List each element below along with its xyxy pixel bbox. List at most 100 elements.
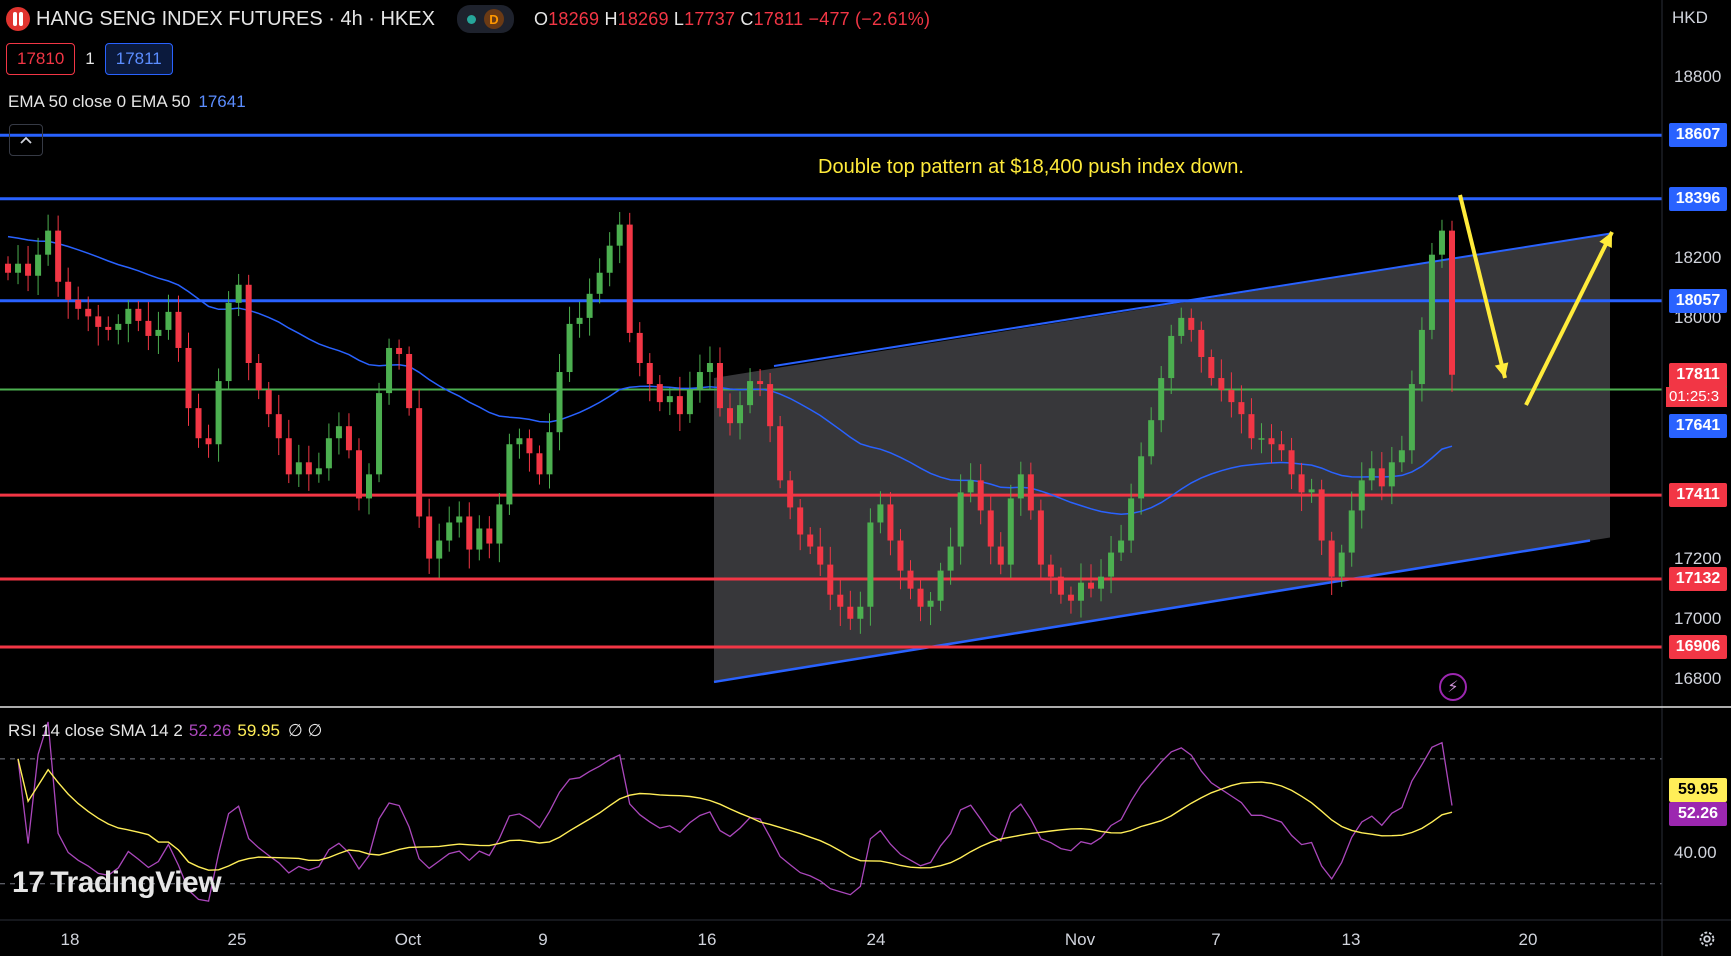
candle-body <box>767 384 774 427</box>
rsi-value-badge[interactable]: 52.26 <box>1669 802 1727 827</box>
currency-label[interactable]: HKD <box>1672 8 1708 28</box>
status-pill[interactable]: D <box>456 5 514 33</box>
candle-body <box>1057 576 1064 595</box>
change-value: −477 (−2.61%) <box>808 8 931 29</box>
candle-body <box>897 540 904 571</box>
candle-body <box>987 510 994 547</box>
candle-body <box>1037 510 1044 565</box>
candle-body <box>255 363 262 391</box>
candle-body <box>1228 390 1235 403</box>
time-tick-label: 9 <box>538 930 548 949</box>
candle-body <box>1428 254 1435 330</box>
chart-annotation[interactable]: Double top pattern at $18,400 push index… <box>818 156 1244 179</box>
last-price-badge[interactable]: 17811 <box>1669 362 1727 387</box>
chart-canvas[interactable] <box>0 0 1731 956</box>
candle-body <box>546 432 553 475</box>
candle-body <box>155 329 162 336</box>
time-tick-label: 13 <box>1341 930 1361 949</box>
candle-body <box>265 390 272 415</box>
candle-body <box>1268 438 1275 445</box>
candle-body <box>1118 540 1125 553</box>
rsi-sma-badge[interactable]: 59.95 <box>1669 778 1727 803</box>
candle-body <box>5 263 11 273</box>
hsi-logo-icon <box>6 7 30 31</box>
time-tick-label: 25 <box>227 930 247 949</box>
candle-body <box>596 272 603 294</box>
ema-legend[interactable]: EMA 50 close 0 EMA 50 17641 <box>8 92 246 112</box>
candle-body <box>666 396 673 403</box>
candle-body <box>476 528 483 550</box>
candle-body <box>1138 456 1145 499</box>
candle-body <box>777 426 784 481</box>
level-price-badge[interactable]: 18057 <box>1669 288 1727 313</box>
candle-body <box>907 570 914 589</box>
gear-icon[interactable] <box>1696 928 1718 950</box>
sell-button[interactable]: 17810 <box>6 43 76 75</box>
chevron-up-icon <box>20 136 32 144</box>
candle-body <box>325 438 332 469</box>
flash-icon[interactable]: ⚡ <box>1439 673 1467 701</box>
level-price-badge[interactable]: 18396 <box>1669 186 1727 211</box>
time-tick-label: Oct <box>394 930 422 949</box>
candle-body <box>1438 230 1445 255</box>
candle-body <box>626 224 633 333</box>
candle-body <box>957 492 964 547</box>
candle-body <box>1218 378 1225 391</box>
candle-body <box>135 308 142 321</box>
candle-body <box>386 347 393 394</box>
candle-body <box>1128 498 1135 541</box>
candle-body <box>426 516 433 559</box>
candle-body <box>1258 438 1265 440</box>
ohlc-values: O18269 H18269 L17737 C17811 −477 (−2.61%… <box>533 8 931 29</box>
candle-body <box>1378 468 1385 487</box>
level-price-badge[interactable]: 17411 <box>1669 483 1727 508</box>
interval-badge: D <box>483 9 504 29</box>
trade-panel: 17810 1 17811 <box>6 43 173 75</box>
price-tick-label: 18800 <box>1674 67 1722 87</box>
collapse-legend-button[interactable] <box>9 124 43 156</box>
symbol-title[interactable]: HANG SENG INDEX FUTURES · 4h · HKEX <box>36 8 435 31</box>
time-tick-label: 20 <box>1518 930 1538 949</box>
level-price-badge[interactable]: 18607 <box>1669 123 1727 148</box>
candle-body <box>1418 329 1425 385</box>
candle-body <box>867 522 874 607</box>
bar-countdown: 01:25:3 <box>1666 386 1727 407</box>
candle-body <box>225 302 232 382</box>
rsi-sma-line <box>17 758 1453 871</box>
candle-body <box>145 320 152 336</box>
rsi-legend[interactable]: RSI 14 close SMA 14 2 52.26 59.95 ∅ ∅ <box>8 721 322 741</box>
candle-body <box>1208 356 1215 379</box>
price-tick-label: 17200 <box>1674 548 1722 568</box>
candle-body <box>35 254 42 276</box>
candle-body <box>1067 594 1074 601</box>
candle-body <box>45 230 52 255</box>
candle-body <box>1278 444 1285 451</box>
candle-body <box>396 347 403 354</box>
candle-body <box>195 408 202 439</box>
candle-body <box>807 534 814 547</box>
candle-body <box>917 588 924 607</box>
candle-body <box>436 540 443 559</box>
candle-body <box>837 594 844 607</box>
ema-price-badge[interactable]: 17641 <box>1669 413 1727 438</box>
candle-body <box>75 299 82 309</box>
level-price-badge[interactable]: 17132 <box>1669 567 1727 592</box>
time-tick-label: 24 <box>866 930 886 949</box>
tradingview-logo-icon: 17 <box>12 866 45 899</box>
level-price-badge[interactable]: 16906 <box>1669 635 1727 660</box>
quantity-value[interactable]: 1 <box>85 49 94 69</box>
candle-body <box>15 263 22 273</box>
candle-body <box>185 347 192 409</box>
candle-body <box>947 546 954 571</box>
candle-body <box>345 426 352 451</box>
ema-legend-label: EMA 50 close 0 EMA 50 <box>8 92 191 111</box>
candle-body <box>516 438 523 445</box>
candle-body <box>1308 489 1315 493</box>
candle-body <box>235 284 242 303</box>
tradingview-watermark[interactable]: 17 TradingView <box>12 866 222 900</box>
candle-body <box>586 293 593 318</box>
candle-body <box>406 353 413 409</box>
buy-button[interactable]: 17811 <box>104 43 173 75</box>
candle-body <box>446 522 453 541</box>
candle-body <box>506 444 513 505</box>
